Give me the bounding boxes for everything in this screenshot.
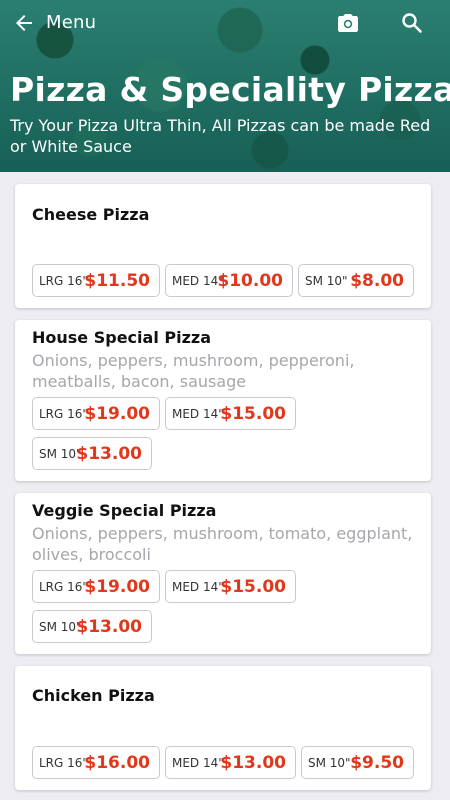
price-value: $9.50 xyxy=(350,753,404,773)
size-label: MED 14" xyxy=(172,274,224,288)
size-label: LRG 16" xyxy=(39,407,88,421)
search-icon[interactable] xyxy=(400,11,424,35)
arrow-left-icon[interactable] xyxy=(12,11,36,35)
price-value: $19.00 xyxy=(84,404,150,424)
price-option-medium[interactable]: MED 14" $15.00 xyxy=(165,397,296,430)
price-option-small[interactable]: SM 10" $13.00 xyxy=(32,610,152,643)
price-value: $15.00 xyxy=(220,404,286,424)
item-description: Onions, peppers, mushroom, tomato, eggpl… xyxy=(32,524,413,564)
size-label: LRG 16" xyxy=(39,756,88,770)
item-name: Cheese Pizza xyxy=(32,205,150,224)
price-option-medium[interactable]: MED 14" $10.00 xyxy=(165,264,293,297)
size-label: MED 14" xyxy=(172,407,224,421)
price-option-small[interactable]: SM 10" $9.50 xyxy=(301,746,414,779)
price-value: $13.00 xyxy=(76,444,142,464)
price-value: $11.50 xyxy=(84,271,150,291)
size-label: MED 14" xyxy=(172,580,224,594)
price-value: $15.00 xyxy=(220,577,286,597)
size-label: LRG 16" xyxy=(39,580,88,594)
size-label: SM 10" xyxy=(39,620,82,634)
item-name: Veggie Special Pizza xyxy=(32,501,217,520)
back-to-menu-link[interactable]: Menu xyxy=(46,12,96,33)
page-subtitle: Try Your Pizza Ultra Thin, All Pizzas ca… xyxy=(10,116,431,156)
price-value: $10.00 xyxy=(217,271,283,291)
menu-item-card[interactable]: Veggie Special Pizza Onions, peppers, mu… xyxy=(15,493,431,654)
item-description: Onions, peppers, mushroom, pepperoni, me… xyxy=(32,351,355,391)
item-name: Chicken Pizza xyxy=(32,686,155,705)
menu-item-card[interactable]: Cheese Pizza LRG 16" $11.50 MED 14" $10.… xyxy=(15,184,431,308)
price-option-small[interactable]: SM 10" $8.00 xyxy=(298,264,414,297)
price-value: $13.00 xyxy=(76,617,142,637)
price-option-large[interactable]: LRG 16" $11.50 xyxy=(32,264,160,297)
price-option-large[interactable]: LRG 16" $19.00 xyxy=(32,570,160,603)
camera-icon[interactable] xyxy=(336,11,360,35)
top-app-bar: Menu xyxy=(0,0,450,46)
size-label: SM 10" xyxy=(39,447,82,461)
price-option-large[interactable]: LRG 16" $16.00 xyxy=(32,746,160,779)
price-value: $13.00 xyxy=(220,753,286,773)
size-label: SM 10" xyxy=(308,756,351,770)
price-option-medium[interactable]: MED 14" $15.00 xyxy=(165,570,296,603)
page-title: Pizza & Speciality Pizza xyxy=(10,70,450,109)
item-name: House Special Pizza xyxy=(32,328,211,347)
price-option-large[interactable]: LRG 16" $19.00 xyxy=(32,397,160,430)
size-label: MED 14" xyxy=(172,756,224,770)
price-option-medium[interactable]: MED 14" $13.00 xyxy=(165,746,296,779)
size-label: SM 10" xyxy=(305,274,348,288)
category-header: Menu Pizza & Speciality Pizza Try Your P… xyxy=(0,0,450,172)
size-label: LRG 16" xyxy=(39,274,88,288)
price-option-small[interactable]: SM 10" $13.00 xyxy=(32,437,152,470)
price-value: $8.00 xyxy=(350,271,404,291)
price-value: $16.00 xyxy=(84,753,150,773)
menu-item-card[interactable]: Chicken Pizza LRG 16" $16.00 MED 14" $13… xyxy=(15,666,431,790)
price-value: $19.00 xyxy=(84,577,150,597)
menu-item-card[interactable]: House Special Pizza Onions, peppers, mus… xyxy=(15,320,431,481)
